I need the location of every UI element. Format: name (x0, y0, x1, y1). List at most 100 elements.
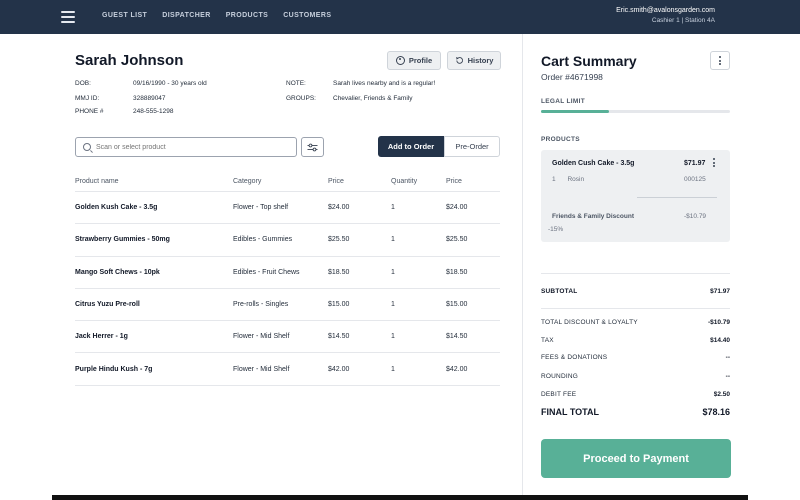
cell-category: Flower - Top shelf (233, 204, 289, 212)
total-discount-value: -$10.79 (707, 319, 730, 326)
cell-quantity: 1 (391, 236, 395, 244)
cart-product-card[interactable]: Golden Cush Cake - 3.5g $71.97 1 Rosin 0… (541, 150, 730, 242)
cart-item-qty: 1 (552, 176, 556, 183)
more-vertical-icon (719, 56, 721, 58)
user-info[interactable]: Eric.smith@avalonsgarden.com Cashier 1 |… (616, 7, 715, 24)
proceed-to-payment-button[interactable]: Proceed to Payment (541, 439, 731, 478)
discount-value: -$10.79 (684, 213, 707, 220)
rounding-row: ROUNDING -- (541, 373, 730, 380)
cart-menu-button[interactable] (710, 51, 730, 70)
header-total-price[interactable]: Price (446, 178, 500, 185)
nav-link-dispatcher[interactable]: DISPATCHER (162, 12, 210, 19)
order-mode-toggle: Add to Order Pre-Order (378, 136, 500, 157)
table-row[interactable]: Jack Herrer - 1g Flower - Mid Shelf $14.… (75, 321, 500, 354)
profile-button[interactable]: Profile (387, 51, 441, 70)
divider (637, 197, 717, 198)
note-value: Sarah lives nearby and is a regular! (333, 80, 436, 87)
rounding-value: -- (725, 373, 730, 380)
table-row[interactable]: Purple Hindu Kush - 7g Flower - Mid Shel… (75, 353, 500, 386)
cell-product: Purple Hindu Kush - 7g (75, 365, 153, 373)
products-label: PRODUCTS (541, 136, 580, 143)
divider (541, 308, 730, 309)
subtotal-row: SUBTOTAL $71.97 (541, 288, 730, 295)
fees-row: FEES & DONATIONS -- (541, 354, 730, 361)
menu-icon[interactable] (61, 11, 75, 23)
subtotal-value: $71.97 (710, 288, 730, 295)
cell-product: Strawberry Gummies - 50mg (75, 236, 170, 244)
customer-name: Sarah Johnson (75, 52, 184, 69)
cart-item-name: Golden Cush Cake - 3.5g (552, 160, 635, 167)
add-to-order-button[interactable]: Add to Order (378, 136, 444, 157)
table-row[interactable]: Golden Kush Cake - 3.5g Flower - Top she… (75, 192, 500, 225)
cart-item-code: 000125 (684, 176, 706, 183)
cell-price: $14.50 (328, 333, 350, 341)
dob-label: DOB: (75, 80, 91, 87)
pre-order-button[interactable]: Pre-Order (444, 136, 500, 157)
total-discount-label: TOTAL DISCOUNT & LOYALTY (541, 319, 638, 326)
dob-value: 09/16/1990 - 30 years old (133, 80, 207, 87)
top-navigation-bar: GUEST LIST DISPATCHER PRODUCTS CUSTOMERS… (0, 0, 800, 34)
mmj-value: 328889047 (133, 95, 166, 102)
cart-summary-panel: Cart Summary Order #4671998 LEGAL LIMIT … (522, 34, 748, 495)
cell-category: Edibles - Fruit Chews (233, 268, 300, 276)
cell-quantity: 1 (391, 301, 395, 309)
note-row: NOTE: Sarah lives nearby and is a regula… (286, 80, 435, 87)
debit-fee-value: $2.50 (713, 391, 730, 398)
order-number: Order #4671998 (541, 72, 603, 82)
tax-value: $14.40 (710, 337, 730, 344)
cart-item-menu-icon[interactable] (713, 158, 715, 167)
final-total-value: $78.16 (702, 407, 730, 417)
final-total-row: FINAL TOTAL $78.16 (541, 407, 730, 417)
filter-button[interactable] (301, 137, 324, 157)
cell-product: Mango Soft Chews - 10pk (75, 268, 160, 276)
cell-category: Pre-rolls - Singles (233, 301, 289, 309)
customer-order-panel: Sarah Johnson Profile History DOB: 09/16… (52, 34, 522, 495)
legal-limit-fill (541, 110, 610, 113)
nav-links: GUEST LIST DISPATCHER PRODUCTS CUSTOMERS (102, 12, 331, 19)
sliders-icon (307, 143, 318, 151)
left-gutter (0, 34, 52, 500)
cell-total: $42.00 (446, 365, 468, 373)
fees-value: -- (725, 354, 730, 361)
nav-link-customers[interactable]: CUSTOMERS (283, 12, 331, 19)
user-email: Eric.smith@avalonsgarden.com (616, 7, 715, 14)
debit-fee-row: DEBIT FEE $2.50 (541, 391, 730, 398)
discount-percent: -15% (548, 226, 564, 233)
cell-category: Edibles - Gummies (233, 236, 293, 244)
user-station: Cashier 1 | Station 4A (651, 17, 715, 24)
cell-price: $42.00 (328, 365, 350, 373)
tax-row: TAX $14.40 (541, 337, 730, 344)
cart-title: Cart Summary (541, 53, 637, 69)
header-price[interactable]: Price (328, 178, 391, 185)
cell-quantity: 1 (391, 333, 395, 341)
cell-total: $24.00 (446, 204, 468, 212)
history-button[interactable]: History (447, 51, 501, 70)
header-category[interactable]: Category (233, 178, 328, 185)
dob-row: DOB: 09/16/1990 - 30 years old (75, 80, 207, 87)
header-product-name[interactable]: Product name (75, 178, 233, 185)
table-row[interactable]: Strawberry Gummies - 50mg Edibles - Gumm… (75, 224, 500, 257)
groups-label: GROUPS: (286, 95, 316, 102)
cell-total: $18.50 (446, 268, 468, 276)
note-label: NOTE: (286, 80, 306, 87)
header-quantity[interactable]: Quantity (391, 178, 446, 185)
phone-value: 248-555-1298 (133, 108, 174, 115)
legal-limit-bar (541, 110, 730, 113)
table-row[interactable]: Citrus Yuzu Pre-roll Pre-rolls - Singles… (75, 289, 500, 322)
search-icon (83, 143, 91, 151)
divider (541, 273, 730, 274)
nav-link-products[interactable]: PRODUCTS (226, 12, 268, 19)
table-row[interactable]: Mango Soft Chews - 10pk Edibles - Fruit … (75, 257, 500, 289)
nav-link-guest-list[interactable]: GUEST LIST (102, 12, 147, 19)
cell-total: $25.50 (446, 236, 468, 244)
cell-product: Golden Kush Cake - 3.5g (75, 204, 158, 212)
product-search[interactable] (75, 137, 297, 157)
discount-row: TOTAL DISCOUNT & LOYALTY -$10.79 (541, 319, 730, 326)
tax-label: TAX (541, 337, 554, 344)
cell-product: Jack Herrer - 1g (75, 333, 128, 341)
cell-category: Flower - Mid Shelf (233, 333, 290, 341)
product-search-input[interactable] (96, 143, 286, 151)
cart-item-variant: Rosin (567, 176, 585, 183)
fees-label: FEES & DONATIONS (541, 354, 608, 361)
phone-row: PHONE # 248-555-1298 (75, 108, 173, 115)
